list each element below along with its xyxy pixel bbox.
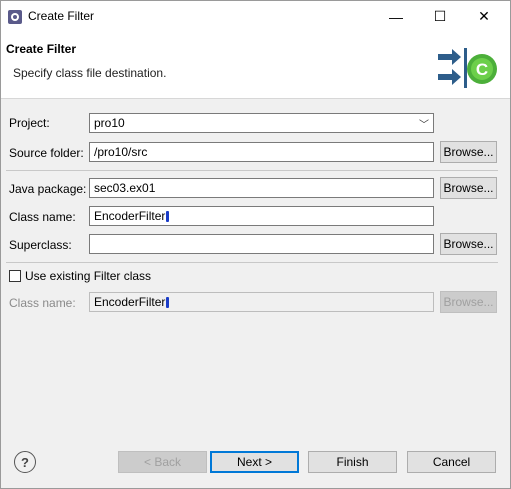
superclass-browse-button[interactable]: Browse... bbox=[440, 233, 497, 255]
minimize-button[interactable]: — bbox=[374, 1, 418, 32]
class-name-value: EncoderFilter bbox=[94, 209, 166, 223]
use-existing-label[interactable]: Use existing Filter class bbox=[25, 269, 151, 283]
app-gear-icon bbox=[8, 10, 22, 24]
finish-button[interactable]: Finish bbox=[308, 451, 397, 473]
superclass-label: Superclass: bbox=[9, 238, 72, 252]
java-package-label: Java package: bbox=[9, 182, 87, 196]
existing-class-browse-button: Browse... bbox=[440, 291, 497, 313]
superclass-input[interactable] bbox=[89, 234, 434, 254]
back-button: < Back bbox=[118, 451, 207, 473]
banner-title: Create Filter bbox=[6, 42, 77, 56]
banner-description: Specify class file destination. bbox=[13, 66, 167, 80]
existing-class-name-label: Class name: bbox=[9, 296, 76, 310]
new-class-wizard-icon: C bbox=[438, 48, 497, 88]
source-folder-label: Source folder: bbox=[9, 146, 84, 160]
project-label: Project: bbox=[9, 116, 50, 130]
separator bbox=[6, 170, 498, 171]
source-folder-browse-button[interactable]: Browse... bbox=[440, 141, 497, 163]
text-cursor-mark bbox=[166, 211, 170, 223]
class-name-label: Class name: bbox=[9, 210, 76, 224]
maximize-button[interactable]: ☐ bbox=[418, 1, 462, 32]
use-existing-checkbox[interactable] bbox=[9, 270, 21, 282]
svg-text:C: C bbox=[476, 60, 488, 79]
cancel-button[interactable]: Cancel bbox=[407, 451, 496, 473]
window-title: Create Filter bbox=[28, 9, 95, 23]
project-combo[interactable]: pro10 ﹀ bbox=[89, 113, 434, 133]
existing-class-name-input: EncoderFilter bbox=[89, 292, 434, 312]
next-button[interactable]: Next > bbox=[210, 451, 299, 473]
separator bbox=[6, 262, 498, 263]
source-folder-input[interactable]: /pro10/src bbox=[89, 142, 434, 162]
help-icon[interactable]: ? bbox=[14, 451, 36, 473]
java-package-browse-button[interactable]: Browse... bbox=[440, 177, 497, 199]
text-cursor-mark bbox=[166, 297, 170, 309]
project-value: pro10 bbox=[94, 116, 125, 130]
existing-class-name-value: EncoderFilter bbox=[94, 295, 166, 309]
java-package-input[interactable]: sec03.ex01 bbox=[89, 178, 434, 198]
chevron-down-icon: ﹀ bbox=[419, 119, 429, 131]
class-name-input[interactable]: EncoderFilter bbox=[89, 206, 434, 226]
close-button[interactable]: ✕ bbox=[462, 1, 506, 32]
